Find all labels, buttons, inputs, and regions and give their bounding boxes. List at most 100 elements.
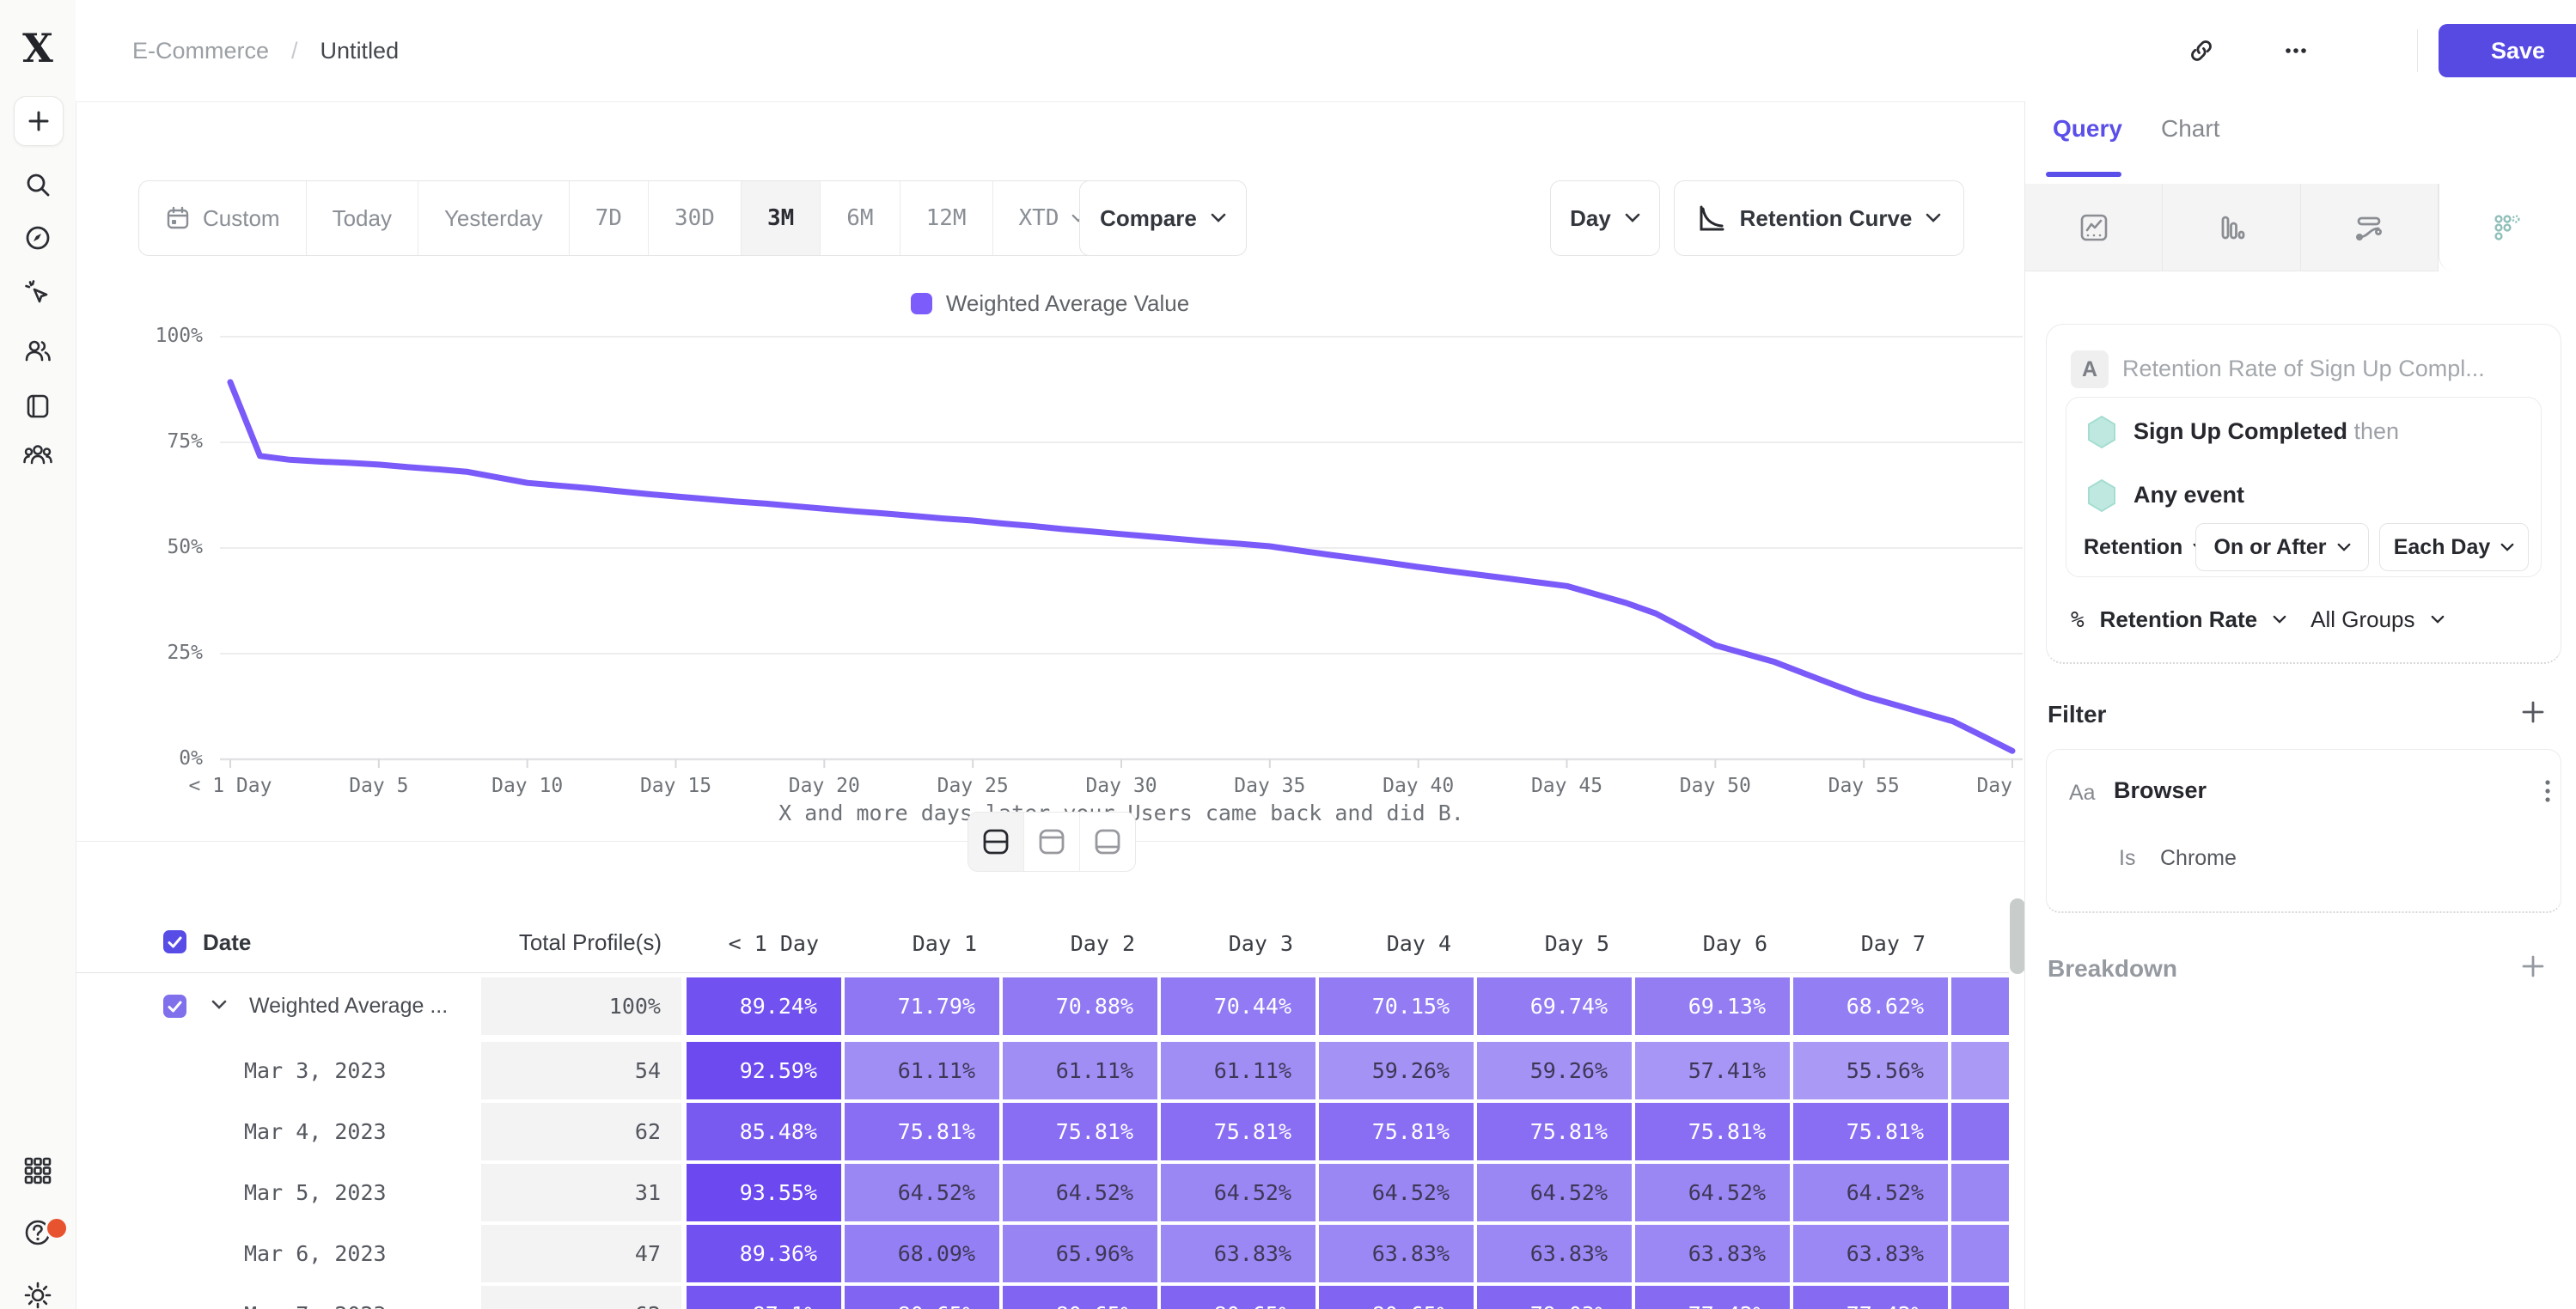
breadcrumb-parent[interactable]: E-Commerce (132, 38, 269, 64)
total-profiles-cell: 62 (481, 1103, 681, 1160)
filter-menu-button[interactable] (2533, 774, 2562, 808)
add-filter-button[interactable] (2518, 697, 2548, 727)
breadcrumb-separator: / (291, 38, 298, 64)
cursor-click-icon[interactable] (22, 278, 53, 309)
range-3m[interactable]: 3M (742, 181, 821, 255)
column-header-day: Day 1 (843, 931, 977, 956)
retention-cell: 77.42% (1635, 1286, 1790, 1309)
range-12m[interactable]: 12M (900, 181, 993, 255)
retention-cell: 59.26% (1319, 1042, 1474, 1099)
range-today[interactable]: Today (307, 181, 418, 255)
retention-cell: 64.52% (1003, 1164, 1157, 1221)
compare-button[interactable]: Compare (1079, 180, 1247, 256)
x-axis-tick: < 1 Day (162, 775, 299, 797)
granularity-button[interactable]: Day (1550, 180, 1660, 256)
percent-icon: % (2071, 607, 2085, 633)
range-7d[interactable]: 7D (570, 181, 649, 255)
notebook-icon[interactable] (22, 391, 53, 422)
retention-cell: 57.41% (1635, 1042, 1790, 1099)
row-expand-chevron[interactable] (211, 1000, 227, 1010)
metric-dropdown[interactable]: Retention Rate (2100, 606, 2257, 633)
retention-cell: 80.65% (1003, 1286, 1157, 1309)
retention-cell: 77.42% (1793, 1286, 1948, 1309)
sidebar: X (0, 0, 76, 1309)
settings-gear-icon[interactable] (22, 1280, 53, 1309)
users-icon[interactable] (22, 335, 53, 366)
query-type-bar-chart[interactable] (2163, 184, 2300, 271)
range-label: 30D (675, 205, 715, 231)
query-type-retention[interactable] (2439, 184, 2576, 271)
view-toggle-table-only[interactable] (1080, 813, 1135, 871)
new-report-button[interactable] (14, 96, 64, 146)
retention-cell: 75 (1951, 1286, 2009, 1309)
table-scrollbar[interactable] (2010, 898, 2025, 974)
retention-cell: 69.74% (1477, 977, 1632, 1035)
range-custom[interactable]: Custom (139, 181, 307, 255)
search-icon[interactable] (22, 169, 53, 200)
metric-row: % Retention Rate All Groups (2071, 606, 2445, 633)
row-label-date: Mar 3, 2023 (244, 1042, 387, 1099)
query-badge: A (2071, 350, 2109, 388)
column-header-day: Day 6 (1633, 931, 1767, 956)
row-label-weighted-average: Weighted Average ... (249, 977, 448, 1035)
event-1-row[interactable]: Sign Up Completed then (2133, 418, 2399, 445)
retention-cell: 64.52% (1477, 1164, 1632, 1221)
flows-icon (2353, 211, 2385, 244)
y-axis-tick: 50% (100, 536, 203, 558)
view-toggle-group (968, 812, 1136, 872)
retention-mode-dropdown[interactable]: Retention (2084, 535, 2207, 560)
save-button[interactable]: Save (2439, 24, 2576, 77)
row-checkbox[interactable] (163, 995, 186, 1018)
filter-property[interactable]: Browser (2114, 777, 2207, 804)
on-or-after-dropdown[interactable]: On or After (2195, 523, 2369, 571)
retention-cell: 59.26% (1477, 1042, 1632, 1099)
retention-cell: 75.81% (1635, 1103, 1790, 1160)
each-day-dropdown[interactable]: Each Day (2379, 523, 2529, 571)
retention-cell: 70.44% (1161, 977, 1315, 1035)
query-type-flows[interactable] (2301, 184, 2439, 271)
chart-legend[interactable]: Weighted Average Value (76, 289, 2024, 318)
filter-operator[interactable]: Is (2119, 846, 2135, 871)
select-all-checkbox[interactable] (163, 930, 186, 953)
add-breakdown-button[interactable] (2518, 952, 2548, 981)
query-type-line-chart[interactable] (2025, 184, 2163, 271)
view-toggle-split[interactable] (968, 813, 1024, 871)
compass-icon[interactable] (22, 222, 53, 253)
plus-icon (2518, 952, 2548, 981)
on-or-after-label: On or After (2213, 535, 2326, 560)
range-30d[interactable]: 30D (649, 181, 742, 255)
notification-dot (45, 1216, 69, 1240)
date-range-group: CustomTodayYesterday7D30D3M6M12MXTD (138, 180, 1112, 256)
x-axis-tick: Day 25 (904, 775, 1041, 797)
retention-cell: 64 (1951, 1164, 2009, 1221)
tab-chart[interactable]: Chart (2161, 115, 2219, 143)
range-6m[interactable]: 6M (821, 181, 900, 255)
filter-heading: Filter (2048, 701, 2106, 728)
x-axis-tick: Day 50 (1646, 775, 1784, 797)
chevron-down-icon (2337, 543, 2351, 552)
breadcrumb-current[interactable]: Untitled (320, 38, 400, 64)
retention-cell: 92.59% (687, 1042, 841, 1099)
tab-query[interactable]: Query (2053, 115, 2122, 143)
event-2-label[interactable]: Any event (2133, 482, 2244, 508)
retention-cell: 80.65% (1161, 1286, 1315, 1309)
groups-dropdown[interactable]: All Groups (2310, 606, 2414, 633)
query-title[interactable]: Retention Rate of Sign Up Compl... (2122, 356, 2485, 382)
chart-type-button[interactable]: Retention Curve (1674, 180, 1964, 256)
view-toggle-chart-only[interactable] (1024, 813, 1080, 871)
y-axis-tick: 0% (100, 747, 203, 770)
more-options-button[interactable] (2272, 27, 2320, 75)
share-link-button[interactable] (2177, 27, 2225, 75)
app-logo-icon[interactable]: X (19, 26, 57, 70)
retention-cell: 63.83% (1319, 1225, 1474, 1282)
retention-cell: 63.83% (1793, 1225, 1948, 1282)
team-icon[interactable] (22, 440, 53, 471)
retention-cell: 74 (1951, 1103, 2009, 1160)
retention-cell: 63.83% (1161, 1225, 1315, 1282)
range-yesterday[interactable]: Yesterday (418, 181, 570, 255)
apps-grid-icon[interactable] (22, 1155, 53, 1186)
legend-swatch (911, 293, 932, 314)
retention-cell: 63 (1951, 1225, 2009, 1282)
retention-cell: 70.15% (1319, 977, 1474, 1035)
filter-value[interactable]: Chrome (2160, 846, 2237, 871)
